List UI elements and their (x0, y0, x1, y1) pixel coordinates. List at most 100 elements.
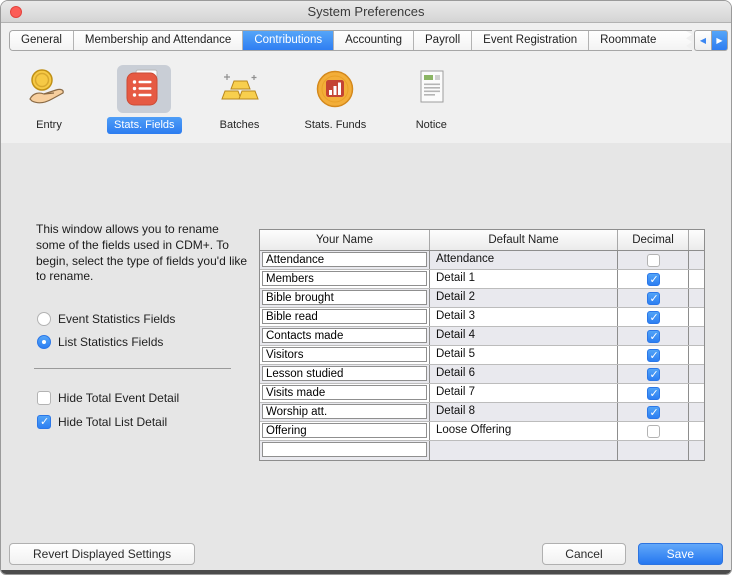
toolbar-item-stats-funds[interactable]: Stats. Funds (298, 65, 374, 134)
your-name-cell (260, 422, 430, 440)
radio-list-statistics-fields[interactable]: List Statistics Fields (37, 335, 163, 349)
tab-contributions[interactable]: Contributions (243, 31, 334, 50)
table-row: Detail 6 (260, 365, 704, 384)
cancel-button[interactable]: Cancel (542, 543, 625, 565)
extra-cell (689, 384, 704, 402)
decimal-cell (618, 384, 689, 402)
header-decimal: Decimal (618, 230, 689, 250)
default-name-cell: Detail 3 (430, 308, 618, 326)
table-row: Loose Offering (260, 422, 704, 441)
header-your-name: Your Name (260, 230, 430, 250)
your-name-cell (260, 308, 430, 326)
your-name-input[interactable] (262, 271, 427, 286)
your-name-input[interactable] (262, 423, 427, 438)
your-name-input[interactable] (262, 404, 427, 419)
decimal-checkbox[interactable] (647, 387, 660, 400)
table-row: Detail 8 (260, 403, 704, 422)
footer-action-buttons: Cancel Save (542, 543, 723, 565)
extra-cell (689, 289, 704, 307)
table-row: Detail 1 (260, 270, 704, 289)
tab-scroll-right-button[interactable]: ▶ (711, 30, 728, 51)
tab-bar: General Membership and Attendance Contri… (1, 23, 731, 57)
main-content: This window allows you to rename some of… (1, 143, 731, 570)
tab-scroll-left-button[interactable]: ◀ (694, 30, 711, 51)
gold-bars-icon (213, 65, 267, 113)
your-name-cell (260, 403, 430, 421)
toolbar-label-batches: Batches (213, 117, 267, 134)
tab-payroll[interactable]: Payroll (414, 31, 472, 50)
toolbar-item-entry[interactable]: Entry (17, 65, 81, 134)
table-row: Detail 7 (260, 384, 704, 403)
extra-cell (689, 422, 704, 440)
table-row: Detail 3 (260, 308, 704, 327)
checkbox-icon (37, 391, 51, 405)
decimal-checkbox[interactable] (647, 425, 660, 438)
decimal-checkbox[interactable] (647, 292, 660, 305)
contributions-toolbar: Entry Stats. Fields (1, 57, 731, 147)
toolbar-item-notice[interactable]: Notice (399, 65, 463, 134)
decimal-cell (618, 365, 689, 383)
decimal-checkbox[interactable] (647, 311, 660, 324)
revert-displayed-settings-button[interactable]: Revert Displayed Settings (9, 543, 195, 565)
your-name-input[interactable] (262, 366, 427, 381)
default-name-cell: Attendance (430, 251, 618, 269)
decimal-cell (618, 422, 689, 440)
checkbox-hide-total-event-detail[interactable]: Hide Total Event Detail (37, 391, 179, 405)
header-default-name: Default Name (430, 230, 618, 250)
radio-label: Event Statistics Fields (58, 312, 175, 326)
extra-cell (689, 346, 704, 364)
decimal-checkbox[interactable] (647, 254, 660, 267)
decimal-checkbox[interactable] (647, 406, 660, 419)
red-list-icon (117, 65, 171, 113)
default-name-cell (430, 441, 618, 460)
save-button[interactable]: Save (638, 543, 723, 565)
toolbar-label-stats-fields: Stats. Fields (107, 117, 182, 134)
your-name-input[interactable] (262, 252, 427, 267)
your-name-cell (260, 384, 430, 402)
checkbox-label: Hide Total List Detail (58, 415, 167, 429)
window-title: System Preferences (307, 4, 424, 19)
table-header: Your Name Default Name Decimal (260, 230, 704, 251)
tab-general[interactable]: General (10, 31, 74, 50)
default-name-cell: Detail 5 (430, 346, 618, 364)
your-name-input[interactable] (262, 442, 427, 457)
your-name-cell (260, 270, 430, 288)
default-name-cell: Detail 6 (430, 365, 618, 383)
left-arrow-icon: ◀ (700, 36, 706, 45)
default-name-cell: Detail 1 (430, 270, 618, 288)
table-row: Detail 4 (260, 327, 704, 346)
checkbox-hide-total-list-detail[interactable]: Hide Total List Detail (37, 415, 167, 429)
radio-event-statistics-fields[interactable]: Event Statistics Fields (37, 312, 175, 326)
decimal-checkbox[interactable] (647, 273, 660, 286)
document-icon (404, 65, 458, 113)
your-name-input[interactable] (262, 328, 427, 343)
extra-cell (689, 441, 704, 460)
decimal-checkbox[interactable] (647, 330, 660, 343)
decimal-cell (618, 327, 689, 345)
your-name-cell (260, 441, 430, 460)
table-row: Attendance (260, 251, 704, 270)
checkbox-icon (37, 415, 51, 429)
your-name-input[interactable] (262, 309, 427, 324)
titlebar: System Preferences (1, 1, 731, 23)
your-name-input[interactable] (262, 290, 427, 305)
toolbar-label-notice: Notice (409, 117, 454, 134)
your-name-input[interactable] (262, 385, 427, 400)
decimal-checkbox[interactable] (647, 349, 660, 362)
decimal-cell (618, 251, 689, 269)
system-preferences-window: System Preferences General Membership an… (0, 0, 732, 575)
close-button[interactable] (10, 6, 22, 18)
tab-membership-and-attendance[interactable]: Membership and Attendance (74, 31, 243, 50)
tab-roommate[interactable]: Roommate (589, 31, 692, 50)
tab-accounting[interactable]: Accounting (334, 31, 414, 50)
right-arrow-icon: ▶ (716, 36, 722, 45)
toolbar-item-batches[interactable]: Batches (208, 65, 272, 134)
tab-event-registration[interactable]: Event Registration (472, 31, 589, 50)
toolbar-item-stats-fields[interactable]: Stats. Fields (107, 65, 182, 134)
description-text: This window allows you to rename some of… (36, 222, 248, 285)
decimal-checkbox[interactable] (647, 368, 660, 381)
toolbar-label-stats-funds: Stats. Funds (298, 117, 374, 134)
radio-button-icon (37, 312, 51, 326)
table-row: Detail 2 (260, 289, 704, 308)
your-name-input[interactable] (262, 347, 427, 362)
